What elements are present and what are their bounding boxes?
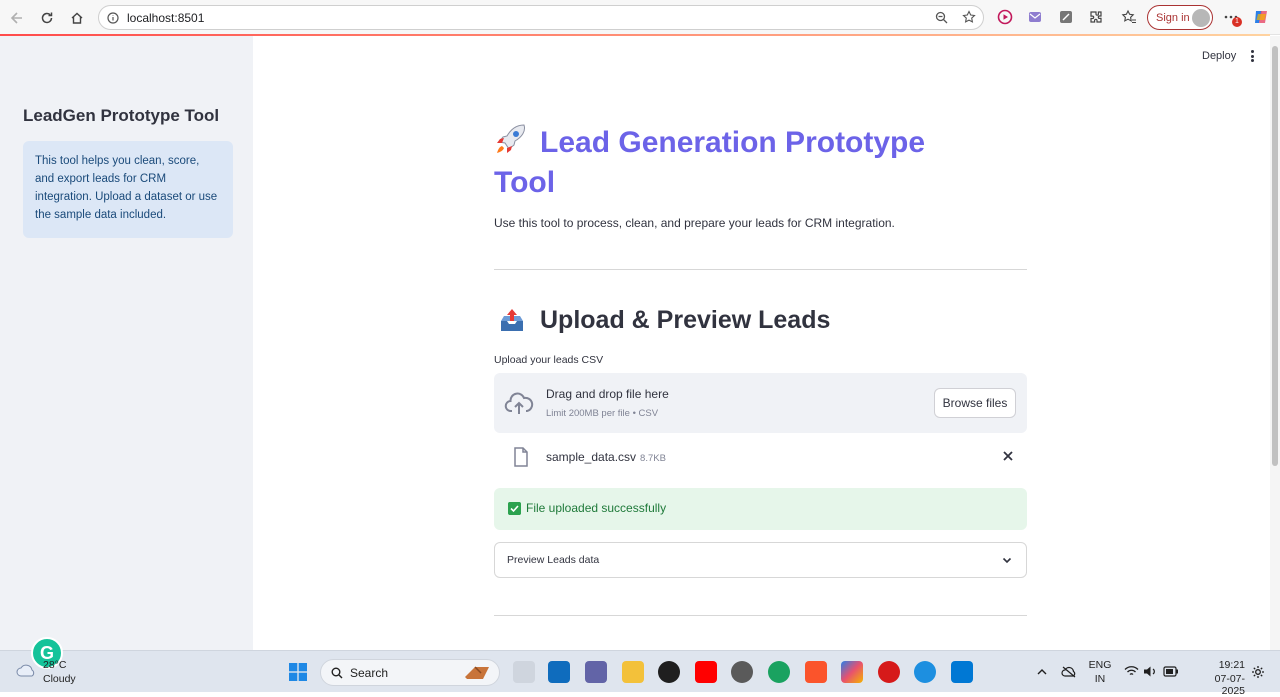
favorites-icon[interactable] <box>1120 8 1138 26</box>
file-explorer-icon[interactable] <box>622 661 644 683</box>
kebab-dot-icon <box>1250 50 1254 53</box>
reload-icon <box>41 12 53 24</box>
kebab-dot-icon <box>1250 59 1254 62</box>
page-subtitle: Use this tool to process, clean, and pre… <box>494 216 895 230</box>
browser-toolbar: localhost:8501 Sign in 1 <box>0 0 1280 35</box>
dropzone-title: Drag and drop file here <box>546 387 669 401</box>
file-dropzone[interactable]: Drag and drop file here Limit 200MB per … <box>494 373 1027 433</box>
search-label: Search <box>350 666 389 680</box>
file-size: 8.7KB <box>640 453 666 464</box>
clock-date: 07-07-2025 <box>1214 673 1245 697</box>
sidebar: LeadGen Prototype Tool This tool helps y… <box>0 36 253 650</box>
file-icon <box>514 447 528 467</box>
clock-app-icon[interactable] <box>731 661 753 683</box>
back-button[interactable] <box>6 7 28 29</box>
rocket-icon <box>497 124 525 153</box>
check-icon <box>508 502 521 515</box>
page-title-text: Lead Generation Prototype Tool <box>494 126 926 199</box>
clock-time[interactable]: 19:21 <box>1209 659 1245 671</box>
cloud-upload-icon <box>504 392 534 414</box>
dropzone-limit: Limit 200MB per file • CSV <box>546 408 659 419</box>
url-text: localhost:8501 <box>127 11 205 25</box>
sidebar-title: LeadGen Prototype Tool <box>23 106 220 125</box>
copilot-app-icon[interactable] <box>841 661 863 683</box>
settings-gear-icon[interactable] <box>1251 665 1265 679</box>
language-indicator-bottom: IN <box>1094 673 1106 685</box>
avatar <box>1192 9 1210 27</box>
brave-icon[interactable] <box>805 661 827 683</box>
windows-taskbar: G 28°C Cloudy Search ENG IN 19:21 07-07-… <box>0 637 1280 697</box>
uploaded-file-row: sample_data.csv 8.7KB <box>494 438 1027 474</box>
sidebar-info-box: This tool helps you clean, score, and ex… <box>23 141 233 238</box>
star-icon[interactable] <box>962 10 976 24</box>
notification-badge: 1 <box>1232 17 1242 27</box>
reload-button[interactable] <box>36 7 58 29</box>
edge-icon[interactable] <box>914 661 936 683</box>
task-view-icon[interactable] <box>513 661 535 683</box>
language-indicator-top[interactable]: ENG <box>1088 659 1112 671</box>
extensions-puzzle-icon[interactable] <box>1087 8 1105 26</box>
section-title-text: Upload & Preview Leads <box>540 306 831 334</box>
teams-icon[interactable] <box>585 661 607 683</box>
edge-dev-icon[interactable] <box>768 661 790 683</box>
copilot-icon[interactable] <box>1252 8 1270 26</box>
upload-label: Upload your leads CSV <box>494 354 604 366</box>
divider <box>494 615 1027 616</box>
search-icon <box>331 667 343 679</box>
home-icon <box>71 12 83 24</box>
preview-expander[interactable]: Preview Leads data <box>494 542 1027 578</box>
wifi-icon[interactable] <box>1124 665 1139 678</box>
home-button[interactable] <box>66 7 88 29</box>
file-name: sample_data.csv 8.7KB <box>546 450 666 464</box>
page-title: Lead Generation Prototype Tool <box>494 122 974 203</box>
main-menu-button[interactable] <box>1247 48 1257 64</box>
close-icon[interactable] <box>1000 448 1016 464</box>
deploy-button[interactable]: Deploy <box>1202 50 1236 62</box>
notes-extension-icon[interactable] <box>1057 8 1075 26</box>
zoom-icon[interactable] <box>935 11 948 24</box>
windows-start-icon[interactable] <box>289 663 307 681</box>
mail-extension-icon[interactable] <box>1026 8 1044 26</box>
success-message: File uploaded successfully <box>526 501 667 515</box>
record-app-icon[interactable] <box>878 661 900 683</box>
search-highlight-icon <box>465 666 489 679</box>
volume-icon[interactable] <box>1143 665 1157 678</box>
browse-files-button[interactable]: Browse files <box>934 388 1016 418</box>
chevron-down-icon <box>1002 557 1012 564</box>
info-icon <box>107 12 119 24</box>
youtube-icon[interactable] <box>695 661 717 683</box>
outbox-tray-icon <box>501 308 523 331</box>
outlook-icon[interactable] <box>548 661 570 683</box>
signin-label: Sign in <box>1156 12 1190 24</box>
cloud-sync-icon[interactable] <box>1061 665 1077 679</box>
main-content: Deploy Lead Generation Prototype Tool Us… <box>253 36 1270 650</box>
weather-description: Cloudy <box>43 673 76 685</box>
weather-temperature: 28°C <box>43 659 67 671</box>
success-alert: File uploaded successfully <box>494 488 1027 530</box>
file-name-text: sample_data.csv <box>546 450 637 464</box>
chevron-up-icon[interactable] <box>1036 666 1048 678</box>
expander-label: Preview Leads data <box>507 554 600 566</box>
scrollbar-thumb[interactable] <box>1272 46 1278 466</box>
section-title: Upload & Preview Leads <box>498 306 830 335</box>
signin-button[interactable]: Sign in <box>1147 5 1213 30</box>
divider <box>494 269 1027 270</box>
taskbar-search[interactable]: Search <box>320 659 500 686</box>
dell-icon[interactable] <box>658 661 680 683</box>
address-bar[interactable]: localhost:8501 <box>98 5 984 30</box>
arrow-left-icon <box>10 12 22 24</box>
scrollbar[interactable] <box>1270 36 1280 650</box>
vscode-icon[interactable] <box>951 661 973 683</box>
kebab-dot-icon <box>1250 54 1254 58</box>
battery-icon[interactable] <box>1163 666 1179 677</box>
media-extension-icon[interactable] <box>996 8 1014 26</box>
more-menu-icon[interactable]: 1 <box>1222 8 1242 27</box>
